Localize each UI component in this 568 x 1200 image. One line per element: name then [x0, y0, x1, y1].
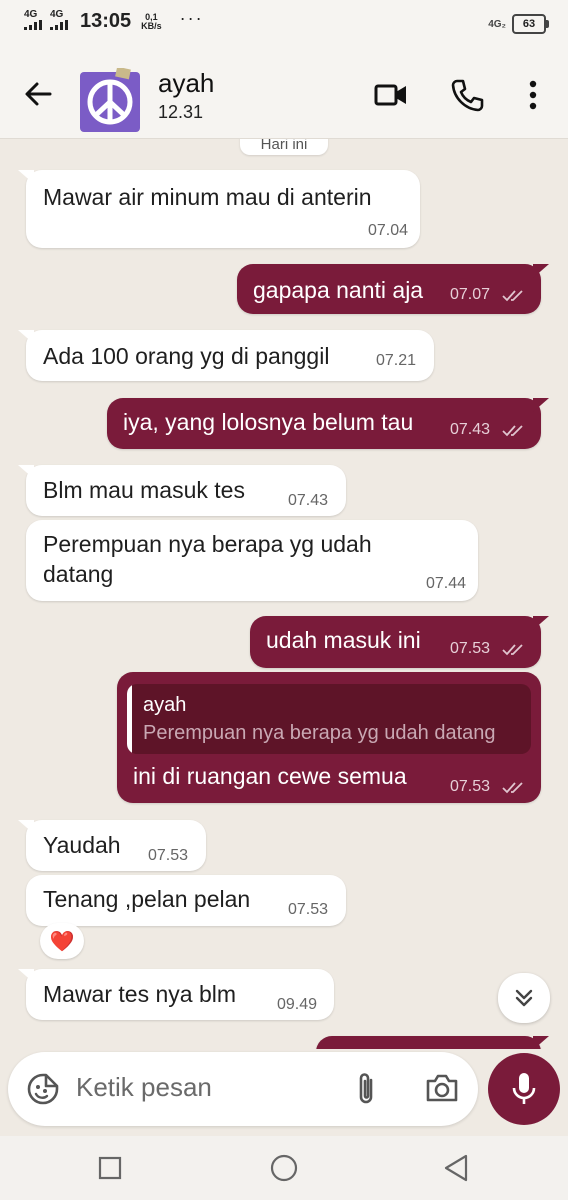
bubble-tail	[18, 465, 34, 479]
bubble-tail	[533, 264, 549, 278]
message-text: Perempuan nya berapa yg udah datang	[43, 531, 372, 587]
network-speed: 0,1 KB/s	[141, 12, 162, 31]
read-receipt-icon	[502, 425, 523, 437]
home-icon[interactable]	[268, 1152, 300, 1184]
system-navigation-bar	[0, 1136, 568, 1200]
message-bubble-outgoing[interactable]: iya, yang lolosnya belum tau 07.43	[107, 398, 549, 449]
bubble-tail	[533, 616, 549, 630]
signal-indicator-1: 4G	[24, 10, 44, 33]
signal-indicator-2: 4G	[50, 10, 70, 33]
quote-bar	[127, 684, 132, 754]
network-type-label: 4G	[50, 9, 64, 20]
message-text: ini di ruangan cewe semua	[133, 763, 407, 789]
network-type-label: 4G	[24, 9, 38, 20]
message-bubble-incoming[interactable]: Mawar tes nya blm 09.49	[18, 969, 334, 1020]
bubble-tail	[533, 398, 549, 412]
message-text: Blm mau masuk tes	[43, 477, 245, 503]
attachment-paperclip-icon[interactable]	[352, 1070, 380, 1108]
read-receipt-icon	[502, 290, 523, 302]
more-notifications-icon: ···	[179, 8, 204, 28]
microphone-icon	[512, 1073, 536, 1104]
clock: 13:05	[80, 10, 132, 32]
back-arrow-icon[interactable]	[22, 78, 54, 110]
sticker-emoji-icon[interactable]	[26, 1072, 60, 1106]
camera-icon[interactable]	[424, 1070, 460, 1106]
network-type-right: 4G₂	[488, 18, 506, 30]
video-call-icon[interactable]	[374, 78, 408, 112]
message-time: 07.44	[425, 575, 466, 592]
bubble-tail	[18, 170, 34, 184]
recent-apps-icon[interactable]	[94, 1152, 126, 1184]
contact-last-seen: 12.31	[158, 102, 204, 122]
quoted-sender: ayah	[143, 694, 187, 716]
message-bubble-outgoing[interactable]: gapapa nanti aja 07.07	[237, 264, 549, 314]
message-bubble-outgoing-reply[interactable]: ayah Perempuan nya berapa yg udah datang…	[117, 672, 541, 803]
message-time: 07.53	[288, 901, 329, 918]
battery-level: 63	[522, 18, 536, 30]
signal-bars-icon	[50, 20, 68, 30]
heart-reaction-icon: ❤️	[49, 930, 75, 953]
quoted-text: Perempuan nya berapa yg udah datang	[143, 722, 496, 744]
message-time: 07.53	[450, 640, 491, 657]
message-time: 07.04	[367, 222, 408, 239]
message-text: gapapa nanti aja	[253, 277, 424, 303]
message-text: Tenang ,pelan pelan	[43, 886, 251, 912]
message-text: Yaudah	[43, 832, 121, 858]
message-composer[interactable]: Ketik pesan	[8, 1052, 478, 1126]
message-bubble-incoming[interactable]: Tenang ,pelan pelan 07.53	[26, 875, 346, 926]
double-chevron-down-icon	[515, 989, 533, 1007]
message-bubble-incoming[interactable]: Mawar air minum mau di anterin 07.04	[18, 170, 420, 248]
bubble-tail	[18, 330, 34, 344]
message-time: 07.53	[450, 778, 491, 795]
bubble-tail	[533, 1036, 549, 1049]
message-text: udah masuk ini	[266, 627, 421, 653]
signal-bars-icon	[24, 20, 42, 30]
message-bubble-incoming[interactable]: Yaudah 07.53	[18, 820, 206, 871]
avatar[interactable]	[80, 68, 140, 132]
read-receipt-icon	[502, 644, 523, 656]
network-speed-unit: KB/s	[141, 20, 162, 31]
status-bar: 4G 4G 13:05 0,1 KB/s ··· 4G₂ 63	[0, 0, 568, 48]
contact-name[interactable]: ayah	[158, 68, 214, 99]
message-time: 07.43	[288, 492, 329, 509]
message-bubble-outgoing[interactable]: udah masuk ini 07.53	[250, 616, 549, 668]
battery-icon: 63	[512, 14, 549, 34]
message-bubble-incoming[interactable]: Ada 100 orang yg di panggil 07.21	[18, 330, 434, 381]
message-time: 09.49	[277, 996, 318, 1013]
bubble-tail	[18, 969, 34, 983]
message-text: Mawar tes nya blm	[43, 981, 237, 1007]
voice-record-button[interactable]	[488, 1053, 560, 1125]
message-time: 07.07	[450, 286, 491, 303]
more-options-icon[interactable]	[516, 78, 550, 112]
message-text: iya, yang lolosnya belum tau	[123, 409, 414, 435]
message-time: 07.43	[450, 421, 491, 438]
quoted-message[interactable]: ayah Perempuan nya berapa yg udah datang	[127, 684, 531, 754]
message-bubble-incoming[interactable]: Blm mau masuk tes 07.43	[18, 465, 346, 516]
bubble-tail	[18, 820, 34, 834]
back-nav-icon[interactable]	[440, 1152, 472, 1184]
message-time: 07.21	[376, 352, 417, 369]
date-divider: Hari ini	[240, 139, 328, 155]
scroll-to-bottom-button[interactable]	[498, 973, 550, 1023]
message-reaction[interactable]: ❤️	[40, 923, 84, 959]
message-time: 07.53	[148, 847, 189, 864]
read-receipt-icon	[502, 782, 523, 794]
voice-call-icon[interactable]	[450, 78, 484, 112]
message-bubble-outgoing-partial[interactable]	[316, 1036, 549, 1049]
message-bubble-incoming[interactable]: Perempuan nya berapa yg udah datang 07.4…	[26, 520, 478, 601]
message-text: Ada 100 orang yg di panggil	[43, 343, 330, 369]
message-text: Mawar air minum mau di anterin	[43, 184, 372, 210]
chat-header: ayah 12.31	[0, 48, 568, 139]
message-list[interactable]: Hari ini Mawar air minum mau di anterin …	[0, 139, 568, 1049]
message-input[interactable]: Ketik pesan	[76, 1072, 212, 1103]
